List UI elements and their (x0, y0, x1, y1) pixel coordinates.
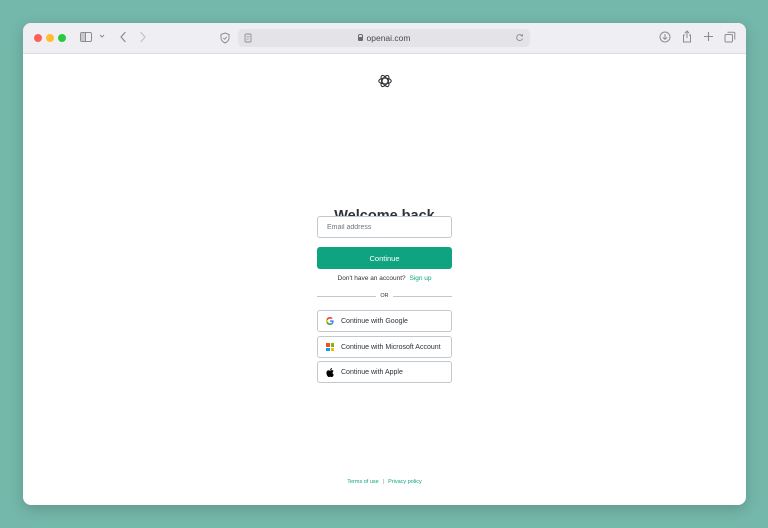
microsoft-icon (326, 343, 334, 351)
privacy-link[interactable]: Privacy policy (388, 479, 422, 485)
terms-link[interactable]: Terms of use (347, 479, 378, 485)
tab-overview-icon[interactable] (724, 31, 736, 43)
close-window-button[interactable] (34, 34, 42, 42)
microsoft-login-label: Continue with Microsoft Account (341, 343, 441, 351)
download-icon[interactable] (659, 31, 671, 43)
microsoft-login-button[interactable]: Continue with Microsoft Account (317, 336, 452, 358)
sidebar-toggle-icon[interactable] (80, 32, 92, 42)
apple-login-button[interactable]: Continue with Apple (317, 361, 452, 383)
footer-links: Terms of use | Privacy policy (23, 479, 746, 485)
continue-button[interactable]: Continue (317, 247, 452, 269)
apple-icon (326, 367, 334, 377)
privacy-shield-icon[interactable] (220, 32, 230, 44)
google-icon (326, 317, 334, 325)
share-icon[interactable] (681, 30, 693, 43)
back-icon[interactable] (119, 31, 127, 43)
google-login-label: Continue with Google (341, 317, 408, 325)
google-login-button[interactable]: Continue with Google (317, 310, 452, 332)
forward-icon[interactable] (139, 31, 147, 43)
url-label: openai.com (366, 33, 411, 43)
chevron-down-icon[interactable] (99, 33, 105, 39)
lock-icon (357, 33, 363, 41)
new-tab-icon[interactable] (703, 31, 714, 42)
or-divider: OR (317, 292, 452, 300)
apple-login-label: Continue with Apple (341, 368, 403, 376)
signup-prompt: Don't have an account? Sign up (23, 275, 746, 282)
signup-link[interactable]: Sign up (409, 275, 431, 282)
url-text: openai.com (238, 29, 530, 47)
footer-separator: | (382, 479, 385, 485)
page-content: Welcome back Continue Don't have an acco… (23, 54, 746, 505)
reload-icon[interactable] (515, 33, 524, 42)
openai-logo-icon[interactable] (377, 73, 393, 89)
browser-toolbar: openai.com (23, 23, 746, 54)
divider-line-right (393, 296, 452, 297)
address-bar[interactable]: openai.com (238, 29, 530, 47)
no-account-text: Don't have an account? (337, 275, 406, 282)
browser-window: openai.com Email address Continue Don't … (23, 23, 746, 505)
minimize-window-button[interactable] (46, 34, 54, 42)
maximize-window-button[interactable] (58, 34, 66, 42)
email-field[interactable] (317, 216, 452, 238)
